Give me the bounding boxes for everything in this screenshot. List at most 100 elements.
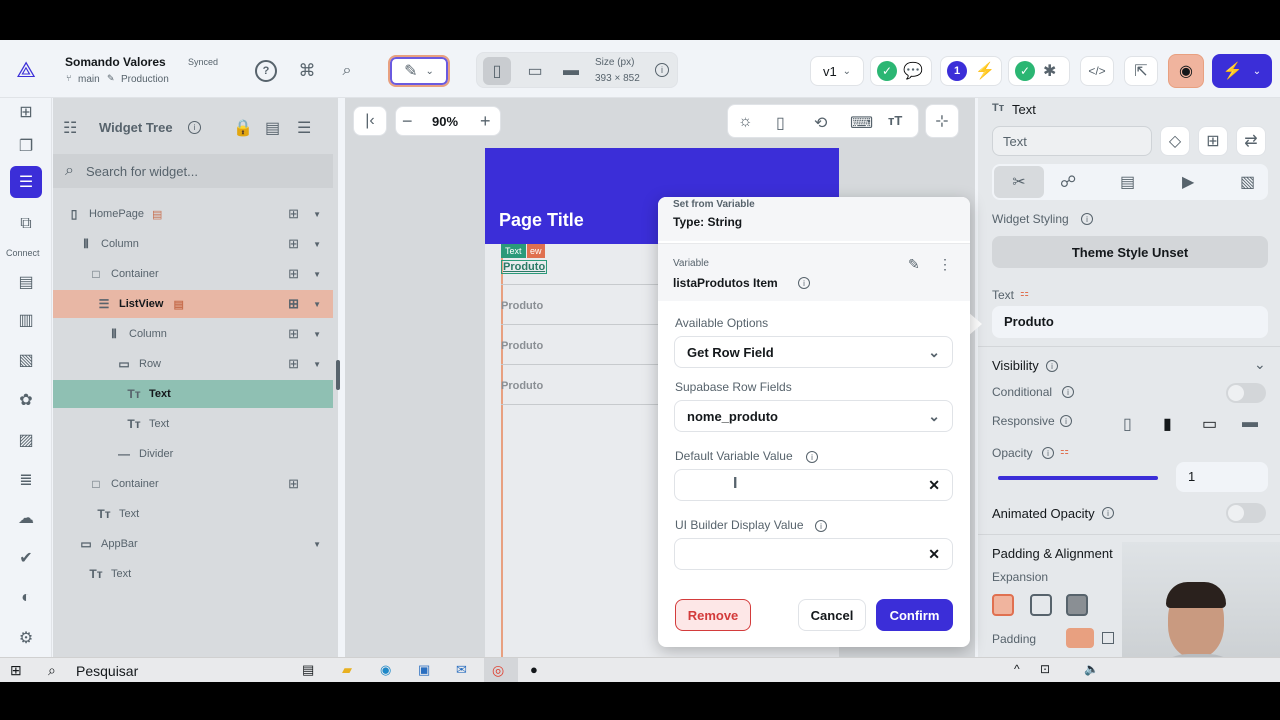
tree-item-divider[interactable]: — Divider [53,440,333,468]
chevron-down-icon[interactable]: ⌄ [1254,356,1266,373]
collapse-all-icon[interactable]: ▤ [265,118,280,138]
styling-tab-icon[interactable]: ✂ [994,166,1044,198]
add-child-icon[interactable]: ⊞ [288,326,299,342]
add-child-icon[interactable]: ⊞ [288,356,299,372]
padding-all-button[interactable] [1066,628,1094,648]
obs-icon[interactable]: ● [530,662,538,677]
info-icon[interactable]: i [806,451,818,463]
branch-name[interactable]: main [78,74,100,85]
clear-icon[interactable]: ✕ [928,477,940,494]
replace-widget-button[interactable]: ⇄ [1236,126,1266,156]
info-icon[interactable]: i [1062,386,1074,398]
network-icon[interactable]: ⊡ [1040,662,1050,676]
info-icon[interactable]: i [815,520,827,532]
tablet-landscape-visibility-icon[interactable]: ▭ [1202,414,1217,434]
backend-query-tab-icon[interactable]: ▤ [1120,172,1135,192]
integrations-icon[interactable]: ✿ [12,386,40,414]
tablet-visibility-icon[interactable]: ▮ [1163,414,1172,434]
available-options-dropdown[interactable]: Get Row Field ⌄ [674,336,953,368]
remove-button[interactable]: Remove [675,599,751,631]
tree-item-column[interactable]: ⦀ Column ⊞ ▼ [53,230,333,258]
info-icon[interactable]: i [1081,213,1093,225]
preview-button[interactable]: ◉ [1168,54,1204,88]
tree-item-appbar[interactable]: ▭ AppBar ▼ [53,530,333,558]
chevron-down-icon[interactable]: ▼ [313,540,321,549]
save-as-theme-button[interactable]: ◇ [1160,126,1190,156]
tests-icon[interactable]: ✔ [12,544,40,572]
search-icon[interactable]: ⌕ [336,60,358,82]
info-icon[interactable]: i [188,121,201,134]
custom-code-icon[interactable]: ≣ [12,466,40,494]
light-mode-icon[interactable]: ☼ [738,113,753,131]
add-child-icon[interactable]: ⊞ [288,296,299,312]
open-external-button[interactable]: ⇱ [1124,56,1158,86]
actions-tab-icon[interactable]: ☍ [1060,172,1076,192]
environment-name[interactable]: Production [121,74,169,85]
desktop-device-button[interactable]: ▬ [557,57,585,85]
tree-item-text-selected[interactable]: Tт Text [53,380,333,408]
zoom-out-icon[interactable]: − [402,111,413,132]
tree-item-container[interactable]: □ Container ⊞ [53,470,333,498]
api-calls-icon[interactable]: ▧ [12,346,40,374]
tray-chevron-icon[interactable]: ^ [1014,662,1020,676]
speaker-icon[interactable]: 🔈 [1084,662,1099,676]
opacity-input[interactable]: 1 [1176,462,1268,492]
desktop-visibility-icon[interactable]: ▬ [1242,414,1258,432]
tree-item-container[interactable]: □ Container ⊞ ▼ [53,260,333,288]
lock-icon[interactable]: 🔒 [233,118,253,138]
info-icon[interactable]: i [1046,360,1058,372]
supabase-row-fields-dropdown[interactable]: nome_produto ⌄ [674,400,953,432]
tablet-device-button[interactable]: ▭ [521,57,549,85]
tree-item-listview[interactable]: ☰ ListView ▤ ⊞ ▼ [53,290,333,318]
tree-item-row[interactable]: ▭ Row ⊞ ▼ [53,350,333,378]
tree-item-text[interactable]: Tт Text [53,560,333,588]
list-item[interactable]: Produto [501,300,543,312]
run-button[interactable]: ⚡ ⌄ [1212,54,1272,88]
code-view-button[interactable]: </> [1080,56,1114,86]
text-scale-icon[interactable]: тT [888,113,902,128]
padding-individual-button[interactable] [1102,632,1114,644]
components-icon[interactable]: ⧉ [12,210,40,238]
tree-item-text[interactable]: Tт Text [53,410,333,438]
info-icon[interactable]: i [1060,415,1072,427]
theme-style-button[interactable]: Theme Style Unset [992,236,1268,268]
animated-opacity-toggle[interactable] [1226,503,1266,523]
info-icon[interactable]: i [798,277,810,289]
more-vert-icon[interactable]: ⋮ [938,256,952,273]
settings-icon[interactable]: ⚙ [12,624,40,652]
pages-icon[interactable]: ❐ [12,132,40,160]
info-icon[interactable]: i [1042,447,1054,459]
add-child-icon[interactable]: ⊞ [288,266,299,282]
wrap-widget-button[interactable]: ⊞ [1198,126,1228,156]
taskbar-search-input[interactable]: Pesquisar [76,663,138,679]
issues-pill[interactable]: 1 ⚡ [940,56,1002,86]
help-icon[interactable]: ? [255,60,277,82]
edit-icon[interactable]: ✎ [908,256,920,273]
keyboard-icon[interactable]: ⌨ [850,113,873,133]
expansion-fit-button[interactable] [992,594,1014,616]
version-selector[interactable]: v1 ⌄ [810,56,864,86]
edge-icon[interactable]: ◉ [380,662,391,678]
device-frame-icon[interactable]: ▯ [776,113,785,133]
info-icon[interactable]: i [1102,507,1114,519]
mail-icon[interactable]: ✉ [456,662,467,678]
chevron-down-icon[interactable]: ▼ [313,360,321,369]
chevron-down-icon[interactable]: ▼ [313,270,321,279]
chrome-icon[interactable]: ◎ [492,662,504,679]
flutterflow-logo-icon[interactable]: ⟁ [12,56,40,84]
collapse-panel-button[interactable]: |‹ [353,106,387,136]
file-explorer-icon[interactable]: ▰ [342,662,352,678]
default-variable-value-input[interactable]: I ✕ [674,469,953,501]
widget-search-input[interactable]: Search for widget... [86,164,198,179]
windows-start-icon[interactable]: ⊞ [10,662,22,679]
add-child-icon[interactable]: ⊞ [288,236,299,252]
rotate-device-icon[interactable]: ⟲ [814,113,827,133]
widget-name-input[interactable]: Text [992,126,1152,156]
chevron-down-icon[interactable]: ▼ [313,210,321,219]
chevron-down-icon[interactable]: ▼ [313,240,321,249]
media-assets-icon[interactable]: ▨ [12,426,40,454]
conditional-toggle[interactable] [1226,383,1266,403]
design-mode-dropdown[interactable]: ✎ ⌄ [388,55,450,87]
store-icon[interactable]: ▣ [418,662,430,678]
widget-hierarchy-button[interactable]: ⊹ [925,104,959,138]
